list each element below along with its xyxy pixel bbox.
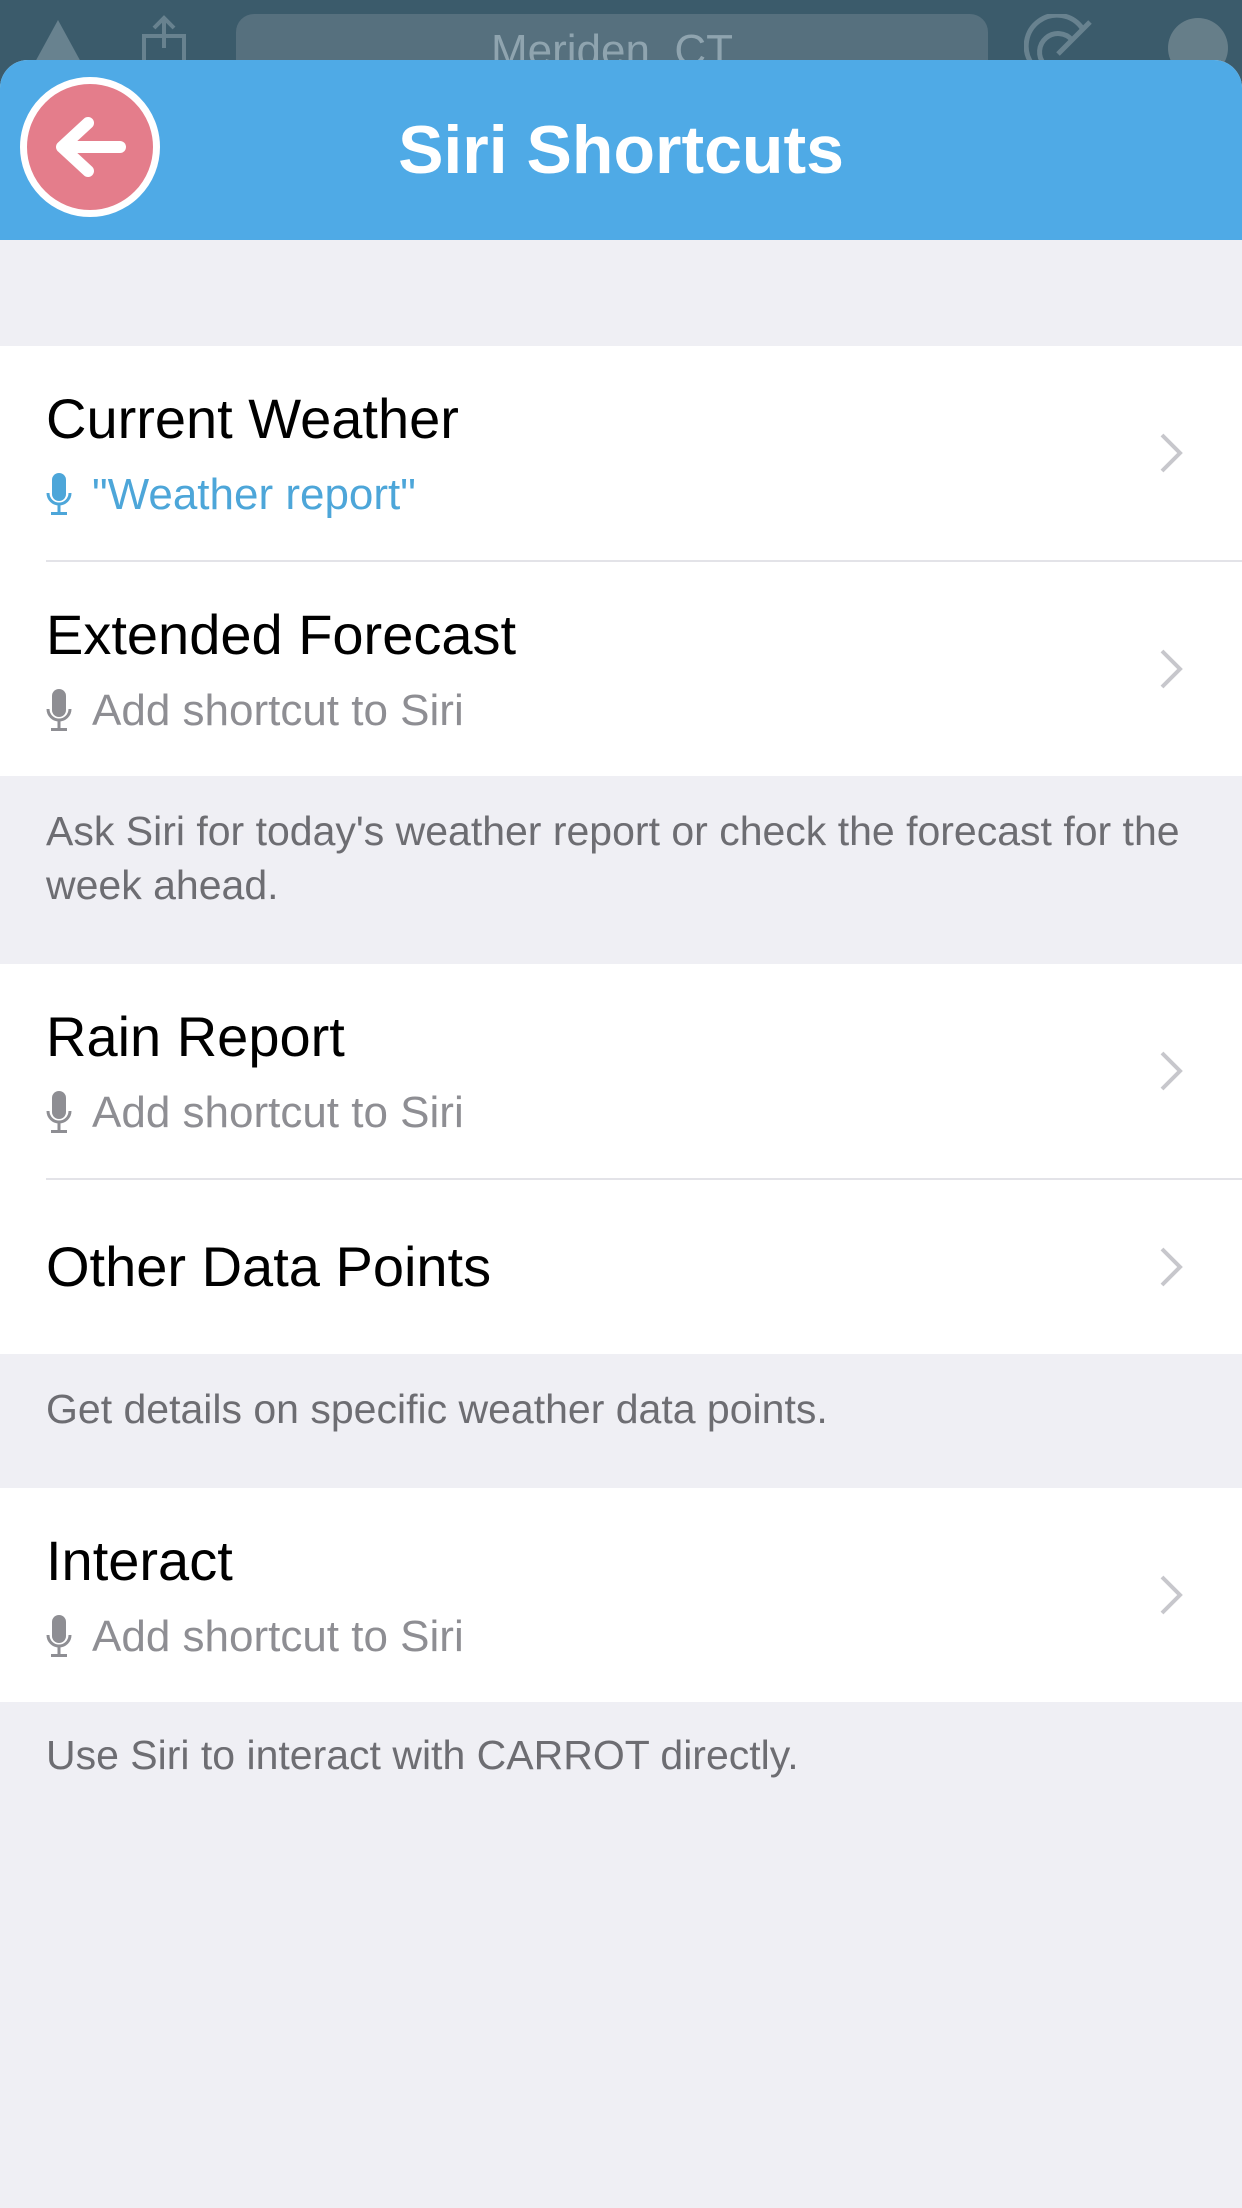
row-subtitle: Add shortcut to Siri (46, 1610, 464, 1664)
row-title: Current Weather (46, 387, 459, 450)
row-subtitle: Add shortcut to Siri (46, 684, 464, 738)
row-title: Rain Report (46, 1005, 345, 1068)
chevron-right-icon (1160, 1051, 1183, 1091)
header-bar: Siri Shortcuts (0, 60, 1242, 240)
shortcut-group-data: Rain Report Add shortcut to Siri Other D (0, 964, 1242, 1354)
add-shortcut-label: Add shortcut to Siri (92, 1612, 464, 1661)
page-title: Siri Shortcuts (398, 112, 844, 188)
row-title: Interact (46, 1529, 233, 1592)
row-subtitle: "Weather report" (46, 468, 416, 522)
shortcut-row-interact[interactable]: Interact Add shortcut to Siri (0, 1488, 1242, 1702)
shortcut-group-interact: Interact Add shortcut to Siri (0, 1488, 1242, 1702)
app-screen: Meriden, CT Siri Shortcuts Current Weath… (0, 0, 1242, 2208)
add-shortcut-label: Add shortcut to Siri (92, 1088, 464, 1137)
section-footer-note: Get details on specific weather data poi… (46, 1386, 828, 1432)
row-title: Other Data Points (46, 1235, 492, 1298)
microphone-icon (46, 473, 72, 515)
section-footer-note: Ask Siri for today's weather report or c… (46, 808, 1180, 908)
chevron-right-icon (1160, 433, 1183, 473)
shortcut-phrase: "Weather report" (92, 470, 416, 519)
microphone-icon (46, 689, 72, 731)
chevron-right-icon (1160, 649, 1183, 689)
row-title: Extended Forecast (46, 603, 517, 666)
microphone-icon (46, 1091, 72, 1133)
chevron-right-icon (1160, 1575, 1183, 1615)
row-subtitle: Add shortcut to Siri (46, 1086, 464, 1140)
section-footer-note: Use Siri to interact with CARROT directl… (46, 1732, 799, 1778)
add-shortcut-label: Add shortcut to Siri (92, 686, 464, 735)
shortcut-row-other-data-points[interactable]: Other Data Points (0, 1180, 1242, 1354)
shortcut-row-rain-report[interactable]: Rain Report Add shortcut to Siri (0, 964, 1242, 1178)
shortcut-group-weather: Current Weather "Weather report" Extende (0, 346, 1242, 776)
siri-shortcuts-sheet: Siri Shortcuts Current Weather "Weather … (0, 60, 1242, 2208)
shortcut-row-current-weather[interactable]: Current Weather "Weather report" (0, 346, 1242, 560)
microphone-icon (46, 1615, 72, 1657)
shortcut-row-extended-forecast[interactable]: Extended Forecast Add shortcut to Siri (0, 562, 1242, 776)
chevron-right-icon (1160, 1247, 1183, 1287)
